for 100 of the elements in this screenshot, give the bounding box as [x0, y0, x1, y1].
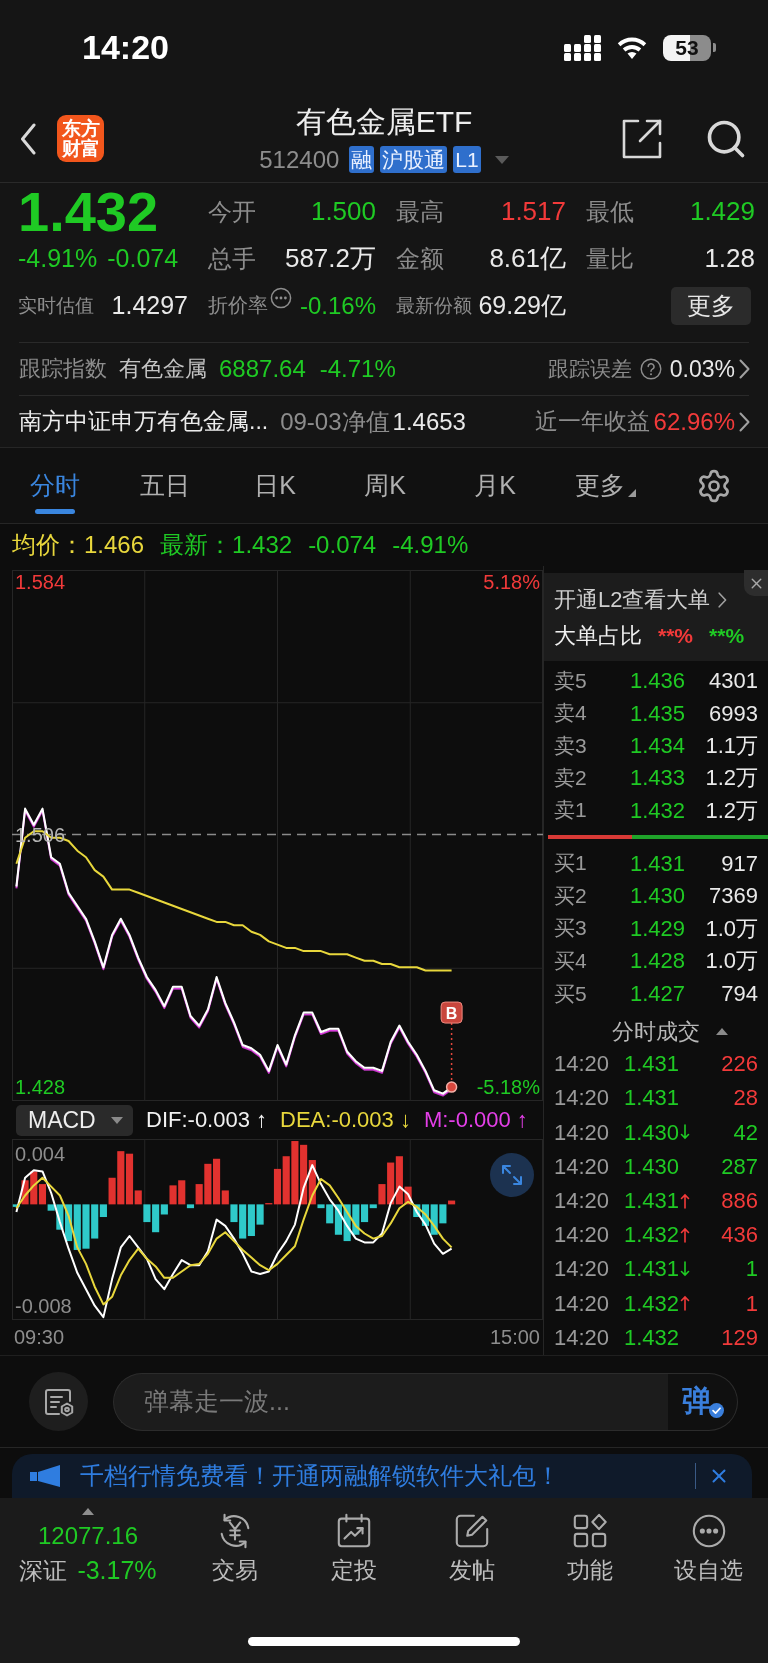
expand-button[interactable]: [490, 1153, 534, 1197]
signal-icon: [564, 34, 601, 61]
order-volume: 1.2万: [705, 796, 758, 825]
shares-label: 最新份额: [396, 293, 472, 318]
trade-time: 14:20: [554, 1118, 611, 1147]
stat-value: 1.517: [500, 195, 566, 228]
trade-time: 14:20: [554, 1152, 611, 1181]
percent-label: -5.18%: [476, 1076, 540, 1099]
ratio-label: 大单占比: [554, 622, 642, 650]
triangle-up-icon: [82, 1508, 94, 1515]
help-icon[interactable]: [639, 358, 662, 380]
settings-icon[interactable]: [696, 467, 732, 504]
chart-tab[interactable]: 日K: [220, 448, 330, 523]
index-value: 6887.64: [219, 354, 306, 384]
order-volume: 1.2万: [705, 764, 758, 792]
change-percent: -4.91%: [18, 242, 98, 274]
trade-volume: 886: [721, 1187, 758, 1215]
back-icon[interactable]: [20, 122, 36, 155]
battery-indicator: 53: [663, 34, 716, 61]
ellipsis-circle-icon[interactable]: [270, 286, 292, 309]
tab-bar-item[interactable]: 发帖: [412, 1498, 532, 1598]
estimate-label: 实时估值: [18, 293, 94, 318]
arrow-up-icon: [680, 1295, 691, 1312]
order-level-label: 买5: [554, 980, 588, 1007]
caret-icon: [111, 1116, 123, 1124]
order-volume: 1.0万: [705, 914, 758, 943]
banner-text: 千档行情免费看！开通两融解锁软件大礼包！: [80, 1462, 560, 1490]
indicator-select[interactable]: MACD: [16, 1104, 133, 1136]
tab-bar-item[interactable]: 交易: [176, 1498, 295, 1598]
chart-tab[interactable]: 分时: [0, 448, 110, 523]
annotation: B: [445, 1004, 458, 1022]
caret-icon[interactable]: [494, 155, 509, 164]
arrow-up-icon: [680, 1227, 691, 1243]
order-price: 1.429: [629, 914, 685, 943]
index-value: 12077.16: [37, 1521, 139, 1551]
trade-time: 14:20: [554, 1255, 611, 1283]
arrow-down-icon: [680, 1124, 691, 1141]
chart-tab[interactable]: 五日: [110, 448, 220, 523]
return-label: 近一年收益: [534, 407, 650, 436]
discount-label: 折价率: [208, 293, 268, 318]
axis-label: -0.008: [15, 1294, 72, 1317]
trade-volume: 1: [745, 1289, 758, 1318]
arrow-down-icon: [680, 1261, 691, 1278]
chart-tab[interactable]: 更多: [550, 448, 660, 523]
order-volume: 6993: [709, 699, 758, 728]
stat-label: 金额: [396, 243, 444, 274]
axis-label: 1.428: [15, 1076, 66, 1099]
order-volume: 1.1万: [705, 732, 758, 760]
order-level-label: 买4: [554, 947, 588, 974]
trade-price: 1.430: [624, 1152, 680, 1181]
order-level-label: 卖4: [554, 700, 588, 727]
percent-label: 5.18%: [483, 570, 540, 593]
stat-value: 1.500: [310, 195, 376, 228]
level2-link[interactable]: 开通L2查看大单: [554, 587, 728, 613]
trade-price: 1.432: [624, 1323, 680, 1352]
index-name: 深证: [19, 1555, 68, 1586]
indicator-reading: DEA:-0.003 ↓: [280, 1106, 411, 1134]
megaphone-icon: [30, 1465, 62, 1487]
trade-time: 14:20: [554, 1289, 611, 1318]
apps-grid-icon: [571, 1512, 610, 1550]
shares-value: 69.29亿: [478, 289, 566, 321]
chevron-right-icon[interactable]: [739, 411, 750, 432]
return-value: 62.96%: [653, 406, 735, 437]
stat-value: 1.429: [689, 195, 755, 228]
tab-bar-item[interactable]: 定投: [294, 1498, 413, 1598]
stat-label: 最高: [396, 196, 444, 227]
chart-tab[interactable]: 月K: [440, 448, 550, 523]
order-price: 1.436: [629, 667, 685, 695]
chevron-right-icon[interactable]: [739, 359, 750, 379]
chart-tab[interactable]: 周K: [330, 448, 440, 523]
trades-title: 分时成交: [612, 1017, 700, 1046]
trade-price: 1.431: [624, 1187, 680, 1215]
index-name: 有色金属: [119, 355, 207, 383]
stat-label: 量比: [586, 243, 634, 274]
tab-bar-item[interactable]: 功能: [531, 1498, 650, 1598]
chevron-right-icon[interactable]: [718, 592, 728, 608]
market-tag: L1: [453, 146, 481, 173]
order-price: 1.433: [629, 764, 685, 792]
trade-time: 14:20: [554, 1187, 611, 1215]
caret-icon: [627, 488, 636, 497]
trade-price: 1.430: [624, 1118, 680, 1147]
order-price: 1.427: [629, 979, 685, 1008]
order-level-label: 买2: [554, 882, 588, 909]
change-amount: -0.074: [107, 242, 179, 274]
trade-volume: 226: [721, 1050, 758, 1078]
nav-value: 1.4653: [392, 406, 466, 437]
indicator-reading: DIF:-0.003 ↑: [146, 1106, 268, 1134]
close-button[interactable]: [744, 570, 768, 596]
market-tag: 融: [349, 146, 375, 173]
tracking-error-label: 跟踪误差: [547, 355, 632, 382]
tracking-label: 跟踪指数: [19, 355, 107, 383]
index-change: -4.71%: [319, 354, 396, 384]
trade-price: 1.432: [624, 1289, 680, 1318]
more-button[interactable]: 更多: [671, 286, 751, 325]
stock-code: 512400: [259, 145, 340, 174]
stat-label: 总手: [208, 243, 256, 274]
stat-value: 587.2万: [284, 242, 376, 275]
nav-label: 09-03净值: [280, 406, 390, 437]
tab-bar-item[interactable]: 设自选: [649, 1498, 768, 1598]
clock: 14:20: [82, 28, 169, 67]
